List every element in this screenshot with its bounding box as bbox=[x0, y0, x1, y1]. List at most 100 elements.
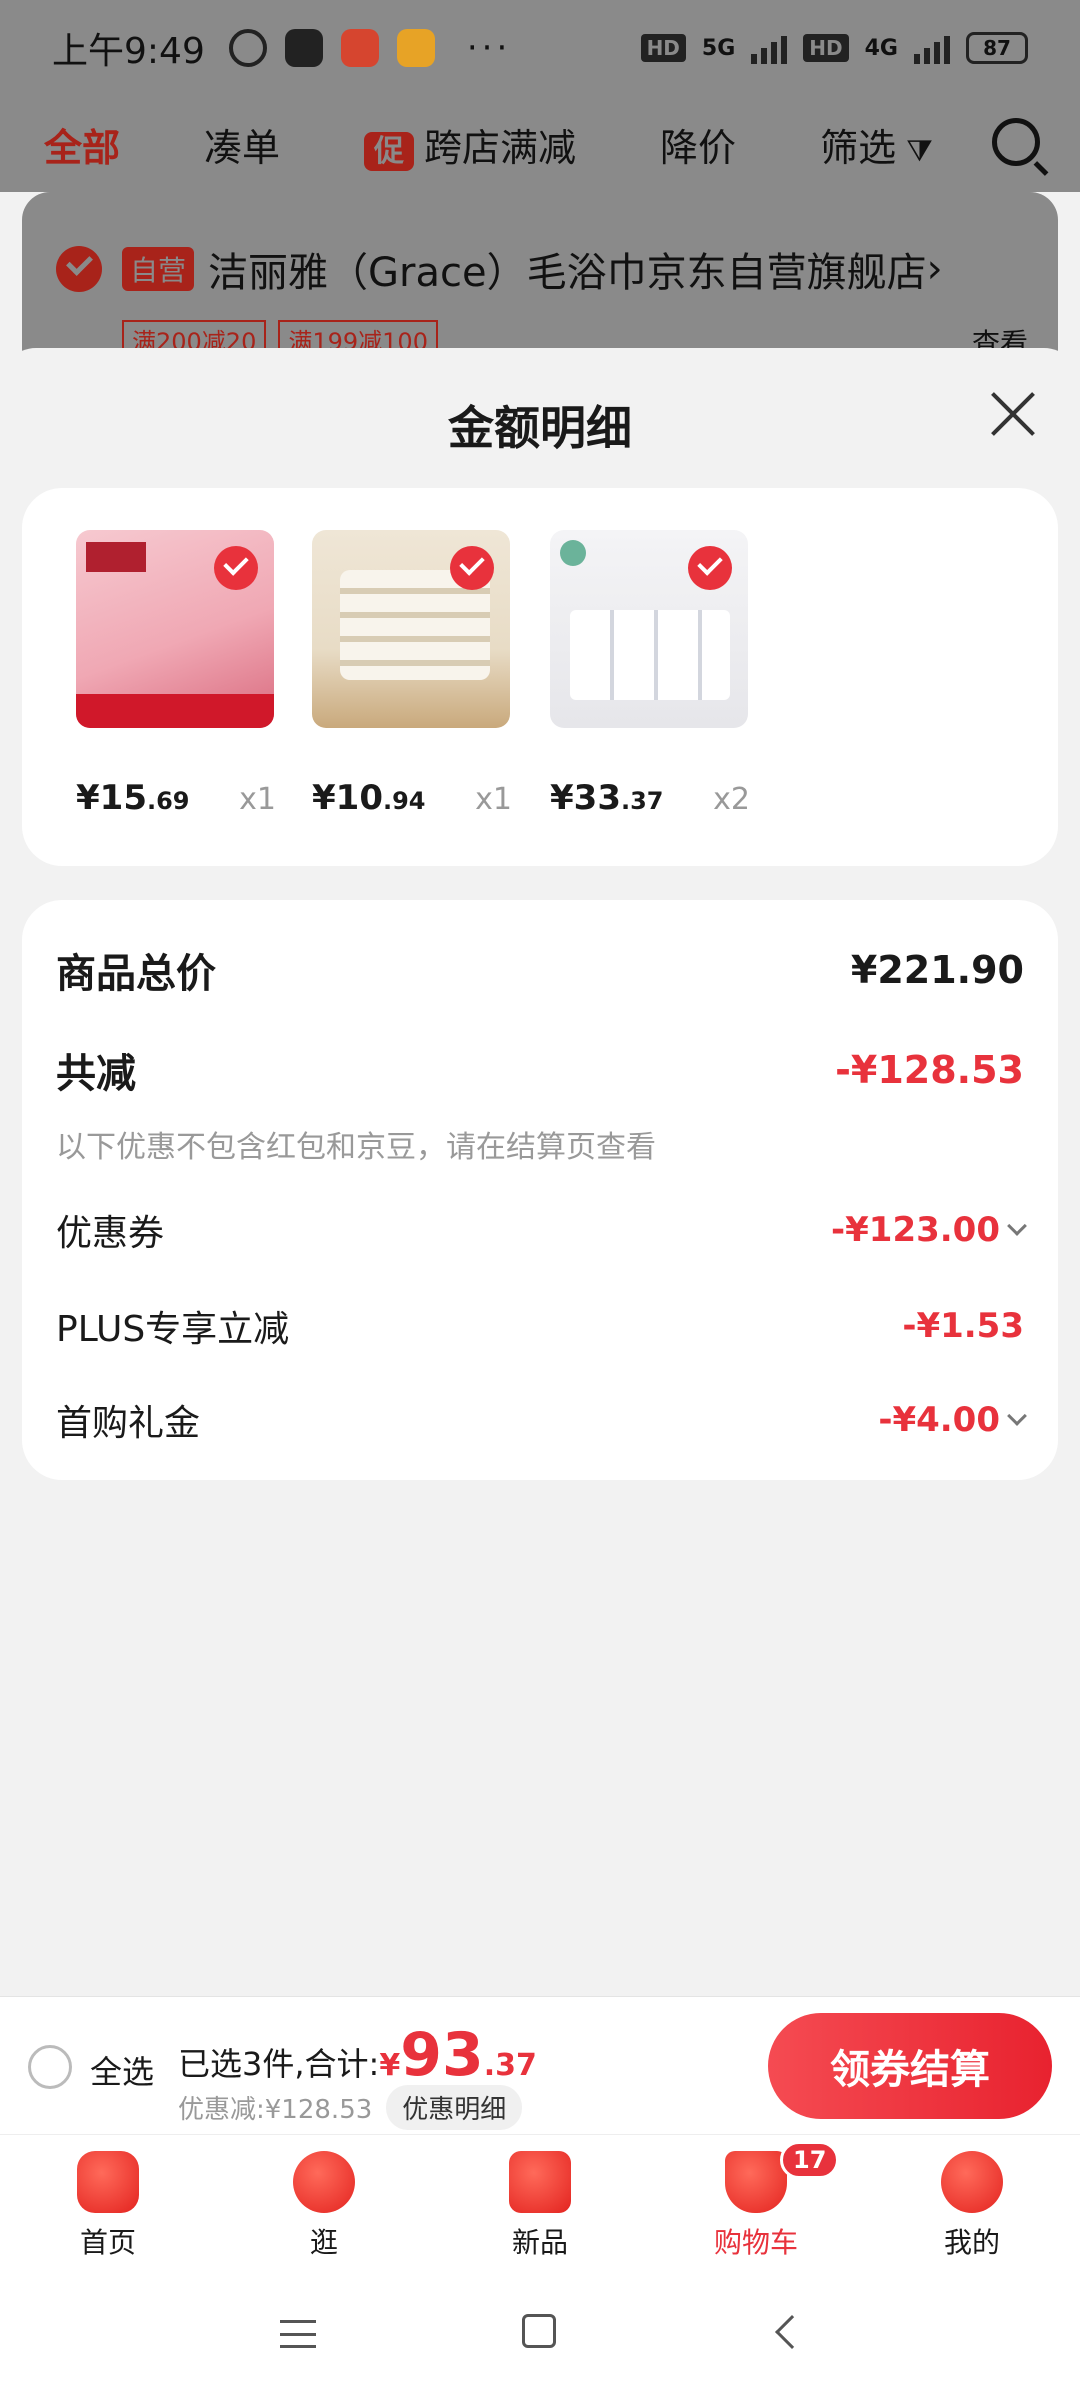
product-item[interactable]: ¥33.37 x2 bbox=[550, 530, 750, 818]
product-item[interactable]: ¥10.94 x1 bbox=[312, 530, 512, 818]
home-button-icon[interactable] bbox=[522, 2314, 556, 2348]
tab-price-drop[interactable]: 降价 bbox=[660, 117, 736, 172]
checked-icon bbox=[214, 546, 258, 590]
more-notifications-indicator: ··· bbox=[466, 28, 512, 68]
amount-detail-sheet: 金额明细 ¥15.69 x1 ¥10.94 x1 ¥33.37 x2 商品总价 … bbox=[0, 348, 1080, 1996]
app-notification-icon bbox=[284, 29, 323, 67]
promo-tag: 促 bbox=[364, 131, 415, 171]
first-purchase-gift-row[interactable]: 首购礼金 -¥4.00 bbox=[56, 1390, 1027, 1450]
price-integer: ¥15 bbox=[76, 778, 147, 818]
alarm-icon bbox=[228, 29, 267, 67]
signal-icon bbox=[751, 32, 788, 64]
product-price: ¥10.94 bbox=[312, 778, 426, 818]
browse-icon bbox=[293, 2151, 355, 2213]
total-reduce-row: 共减 -¥128.53 bbox=[56, 1040, 1024, 1100]
hd-badge: HD bbox=[640, 34, 686, 62]
chevron-down-icon bbox=[1007, 1216, 1027, 1236]
status-bar: 上午9:49 ··· HD 5G HD 4G 87 bbox=[0, 0, 1080, 96]
tab-all[interactable]: 全部 bbox=[44, 117, 120, 172]
tab-cross-store-label: 跨店满减 bbox=[424, 125, 577, 170]
nav-item-profile[interactable]: 我的 bbox=[864, 2135, 1080, 2270]
selected-count-text: 已选3件,合计: bbox=[178, 2045, 380, 2083]
status-system-icons: HD 5G HD 4G 87 bbox=[640, 32, 1028, 64]
dumpling-tray-thumb bbox=[312, 530, 510, 728]
nav-label: 购物车 bbox=[713, 2226, 798, 2259]
select-all-label[interactable]: 全选 bbox=[90, 2047, 154, 2093]
bottom-nav: 首页 逛 新品 17 购物车 我的 bbox=[0, 2134, 1080, 2270]
plus-discount-value: -¥1.53 bbox=[902, 1306, 1024, 1346]
nav-label: 新品 bbox=[511, 2226, 568, 2259]
nav-item-cart[interactable]: 17 购物车 bbox=[648, 2135, 864, 2270]
checkout-button[interactable]: 领券结算 bbox=[768, 2013, 1052, 2119]
checked-icon bbox=[450, 546, 494, 590]
total-decimal: .37 bbox=[483, 2048, 537, 2083]
select-all-checkbox[interactable] bbox=[28, 2045, 72, 2089]
filter-icon: ⧩ bbox=[906, 133, 933, 169]
sheet-title: 金额明细 bbox=[448, 401, 632, 455]
shop-checkbox[interactable] bbox=[56, 246, 102, 292]
nav-label: 首页 bbox=[79, 2226, 136, 2259]
discount-line: 优惠减:¥128.53 优惠明细 bbox=[178, 2085, 523, 2130]
shop-header[interactable]: 自营 洁丽雅（Grace）毛浴巾京东自营旗舰店 › bbox=[56, 240, 1024, 298]
plus-discount-row: PLUS专享立减 -¥1.53 bbox=[56, 1296, 1024, 1356]
price-summary-card: 商品总价 ¥221.90 共减 -¥128.53 以下优惠不包含红包和京豆，请在… bbox=[22, 900, 1058, 1480]
coupon-amount: -¥123.00 bbox=[831, 1210, 1000, 1250]
product-qty: x1 bbox=[475, 782, 512, 817]
status-time: 上午9:49 bbox=[52, 31, 205, 72]
coupon-row[interactable]: 优惠券 -¥123.00 bbox=[56, 1200, 1027, 1260]
shop-name[interactable]: 洁丽雅（Grace）毛浴巾京东自营旗舰店 bbox=[208, 240, 927, 298]
nav-label: 逛 bbox=[309, 2226, 338, 2259]
product-qty: x1 bbox=[239, 782, 276, 817]
product-price-row: ¥15.69 x1 bbox=[76, 778, 276, 818]
home-icon bbox=[77, 2151, 139, 2213]
goods-total-row: 商品总价 ¥221.90 bbox=[56, 940, 1024, 1000]
yoga-mat-thumb bbox=[76, 530, 274, 728]
profile-icon bbox=[941, 2151, 1003, 2213]
checked-icon bbox=[688, 546, 732, 590]
goods-total-label: 商品总价 bbox=[56, 951, 216, 997]
network-type-label: 5G bbox=[701, 35, 736, 61]
tab-filter[interactable]: 筛选 ⧩ bbox=[820, 117, 933, 172]
product-price-row: ¥33.37 x2 bbox=[550, 778, 750, 818]
signal-icon bbox=[914, 32, 950, 64]
system-nav-bar bbox=[0, 2270, 1080, 2400]
close-icon[interactable] bbox=[986, 388, 1038, 440]
total-currency: ¥ bbox=[379, 2048, 401, 2083]
nav-label: 我的 bbox=[943, 2226, 1000, 2259]
chevron-down-icon bbox=[1007, 1406, 1027, 1426]
status-app-icons: ··· bbox=[228, 28, 512, 68]
product-price: ¥15.69 bbox=[76, 778, 190, 818]
app-notification-icon bbox=[340, 29, 379, 67]
app-notification-icon bbox=[396, 29, 435, 67]
discount-detail-button[interactable]: 优惠明细 bbox=[386, 2085, 523, 2130]
price-integer: ¥10 bbox=[312, 778, 383, 818]
coupon-value: -¥123.00 bbox=[831, 1210, 1027, 1250]
price-decimal: .69 bbox=[146, 787, 190, 815]
selected-products-card: ¥15.69 x1 ¥10.94 x1 ¥33.37 x2 bbox=[22, 488, 1058, 866]
coupon-label: 优惠券 bbox=[56, 1213, 165, 1254]
filter-bar: 全部 凑单 促跨店满减 降价 筛选 ⧩ bbox=[0, 96, 1080, 192]
tab-cross-store[interactable]: 促跨店满减 bbox=[364, 117, 576, 172]
nav-item-new[interactable]: 新品 bbox=[432, 2135, 648, 2270]
selected-total: 已选3件,合计: ¥ 93 .37 bbox=[178, 2025, 537, 2085]
checkout-bar: 全选 已选3件,合计: ¥ 93 .37 优惠减:¥128.53 优惠明细 领券… bbox=[0, 1996, 1080, 2134]
search-icon[interactable] bbox=[992, 118, 1040, 166]
back-icon[interactable] bbox=[775, 2315, 809, 2349]
product-price-row: ¥10.94 x1 bbox=[312, 778, 512, 818]
recent-apps-icon[interactable] bbox=[280, 2320, 316, 2348]
tab-bundle[interactable]: 凑单 bbox=[204, 117, 280, 172]
total-reduce-value: -¥128.53 bbox=[835, 1048, 1024, 1092]
battery-icon: 87 bbox=[966, 32, 1028, 64]
total-reduce-label: 共减 bbox=[56, 1051, 136, 1097]
self-operated-badge: 自营 bbox=[122, 247, 195, 291]
product-item[interactable]: ¥15.69 x1 bbox=[76, 530, 276, 818]
nav-item-home[interactable]: 首页 bbox=[0, 2135, 216, 2270]
price-decimal: .94 bbox=[382, 787, 426, 815]
product-price: ¥33.37 bbox=[550, 778, 664, 818]
total-integer: 93 bbox=[400, 2020, 484, 2090]
first-purchase-gift-value: -¥4.00 bbox=[878, 1400, 1027, 1440]
nav-item-browse[interactable]: 逛 bbox=[216, 2135, 432, 2270]
hd-badge: HD bbox=[803, 34, 849, 62]
price-integer: ¥33 bbox=[550, 778, 621, 818]
plus-discount-label: PLUS专享立减 bbox=[56, 1309, 290, 1350]
